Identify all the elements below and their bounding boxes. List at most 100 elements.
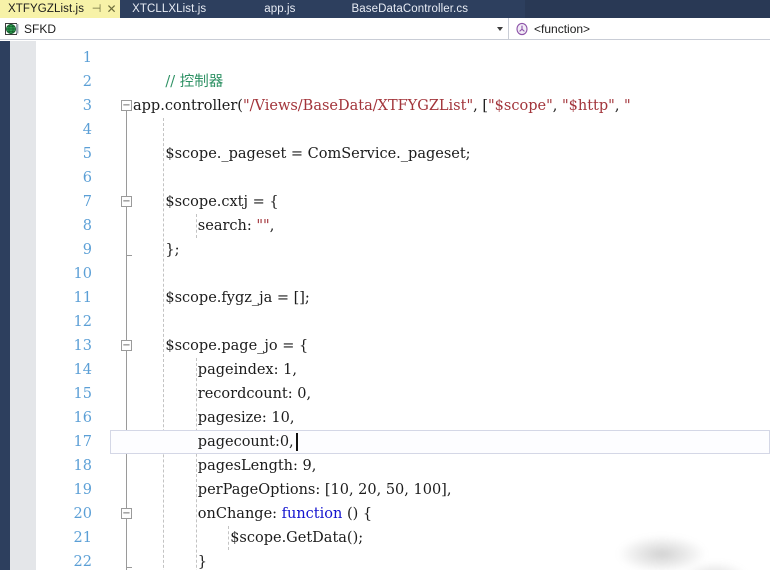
line-number: 8 xyxy=(82,218,92,234)
code-text: app.controller("/Views/BaseData/XTFYGZLi… xyxy=(133,94,631,118)
line-number: 3 xyxy=(82,98,92,114)
code-text: } xyxy=(198,550,207,570)
editor-tab-label: BaseDataController.cs xyxy=(351,3,469,15)
editor-tab-label: app.js xyxy=(264,3,296,15)
line-number: 22 xyxy=(73,554,92,570)
line-number: 4 xyxy=(82,122,92,138)
token-plain: recordcount: 0, xyxy=(197,386,312,402)
text-caret xyxy=(296,433,298,451)
line-number: 10 xyxy=(73,266,92,282)
code-line[interactable]: 11 $scope.fygz_ja = []; xyxy=(0,286,770,310)
line-number: 16 xyxy=(73,410,92,426)
editor-tab-3[interactable]: BaseDataController.cs xyxy=(344,0,477,18)
pin-icon[interactable]: ⊣ xyxy=(90,2,103,16)
token-plain: $scope.cxtj = { xyxy=(165,194,279,210)
token-string: " xyxy=(624,98,631,114)
line-number: 1 xyxy=(82,50,92,66)
code-line[interactable]: 19 perPageOptions: [10, 20, 50, 100], xyxy=(0,478,770,502)
line-number: 17 xyxy=(73,434,92,450)
line-number: 5 xyxy=(82,146,92,162)
line-number: 20 xyxy=(73,506,92,522)
line-number: 13 xyxy=(73,338,92,354)
token-plain: pagesLength: 9, xyxy=(197,458,317,474)
code-line[interactable]: 5 $scope._pageset = ComService._pageset; xyxy=(0,142,770,166)
editor-tab-2[interactable]: app.js xyxy=(256,0,303,18)
fold-toggle-icon[interactable]: − xyxy=(121,340,132,351)
fold-toggle-icon[interactable]: − xyxy=(121,508,132,519)
code-line[interactable]: 18 pagesLength: 9, xyxy=(0,454,770,478)
code-lines[interactable]: 1 2// 控制器 3− app.controller("/Views/BaseDat… xyxy=(0,41,770,570)
token-plain: pagesize: 10, xyxy=(197,410,295,426)
token-kw: function xyxy=(281,506,343,522)
code-line[interactable]: 4 xyxy=(0,118,770,142)
token-plain: }; xyxy=(165,242,180,258)
code-line[interactable]: 6 xyxy=(0,166,770,190)
editor-tab-1[interactable]: XTCLLXList.js xyxy=(124,0,214,18)
line-number: 15 xyxy=(73,386,92,402)
function-icon xyxy=(515,22,529,36)
code-text: }; xyxy=(165,238,179,262)
token-plain: , xyxy=(552,98,562,114)
line-number: 2 xyxy=(82,74,92,90)
code-text: pageindex: 1, xyxy=(198,358,297,382)
code-line[interactable]: 20 − onChange: function () { xyxy=(0,502,770,526)
line-number: 19 xyxy=(73,482,92,498)
fold-toggle-icon[interactable]: − xyxy=(121,100,132,111)
line-number: 11 xyxy=(73,290,92,306)
code-line[interactable]: 9}; xyxy=(0,238,770,262)
code-line[interactable]: 8 search: "", xyxy=(0,214,770,238)
line-number: 18 xyxy=(73,458,92,474)
token-plain: pagecount:0, xyxy=(197,434,294,450)
code-line[interactable]: 22} xyxy=(0,550,770,570)
code-text: perPageOptions: [10, 20, 50, 100], xyxy=(198,478,452,502)
token-plain: , xyxy=(269,218,275,234)
code-line[interactable]: 12 xyxy=(0,310,770,334)
token-plain: perPageOptions: [10, 20, 50, 100], xyxy=(197,482,452,498)
code-line[interactable]: 16 pagesize: 10, xyxy=(0,406,770,430)
fold-toggle-icon[interactable]: − xyxy=(121,196,132,207)
navigation-bar: SFKD <function> xyxy=(0,18,770,40)
code-text: pagesize: 10, xyxy=(198,406,295,430)
token-plain: () { xyxy=(342,506,373,522)
code-text: search: "", xyxy=(198,214,275,238)
code-editor-window: XTFYGZList.js ⊣ ✕ XTCLLXList.js app.js BaseDa… xyxy=(0,0,770,570)
member-dropdown[interactable]: <function> xyxy=(509,18,770,39)
token-plain: $scope.page_jo = { xyxy=(165,338,309,354)
code-line[interactable]: 7 − $scope.cxtj = { xyxy=(0,190,770,214)
code-line[interactable]: 10 xyxy=(0,262,770,286)
token-plain: , [ xyxy=(473,98,489,114)
code-text: $scope.cxtj = { xyxy=(165,190,278,214)
code-text: $scope.page_jo = { xyxy=(165,334,308,358)
code-text: $scope._pageset = ComService._pageset; xyxy=(165,142,470,166)
editor-tab-bar: XTFYGZList.js ⊣ ✕ XTCLLXList.js app.js BaseDa… xyxy=(0,0,770,18)
code-line[interactable]: 14 pageindex: 1, xyxy=(0,358,770,382)
token-comment: // 控制器 xyxy=(165,74,224,90)
editor-surface[interactable]: 1 2// 控制器 3− app.controller("/Views/BaseDat… xyxy=(0,41,770,570)
code-line[interactable]: 3 − app.controller("/Views/BaseData/XTFYGZ… xyxy=(0,94,770,118)
code-text: onChange: function () { xyxy=(198,502,372,526)
scope-dropdown-value: SFKD xyxy=(24,21,57,36)
code-line[interactable]: 15 recordcount: 0, xyxy=(0,382,770,406)
editor-tab-label: XTCLLXList.js xyxy=(132,3,207,15)
member-dropdown-value: <function> xyxy=(534,21,591,36)
token-plain: app.controller( xyxy=(133,98,243,114)
token-string: "$http" xyxy=(561,98,615,114)
editor-tab-0[interactable]: XTFYGZList.js ⊣ ✕ xyxy=(0,0,121,18)
token-plain: , xyxy=(614,98,625,114)
code-line[interactable]: 1 xyxy=(0,46,770,70)
code-line[interactable]: 17 pagecount:0, xyxy=(0,430,770,454)
line-number: 6 xyxy=(82,170,92,186)
chevron-down-icon[interactable] xyxy=(497,26,503,31)
editor-tab-label: XTFYGZList.js xyxy=(8,3,85,15)
line-number: 12 xyxy=(73,314,92,330)
code-line[interactable]: 13 − $scope.page_jo = { xyxy=(0,334,770,358)
token-string: "/Views/BaseData/XTFYGZList" xyxy=(242,98,474,114)
code-text: $scope.fygz_ja = []; xyxy=(165,286,309,310)
close-icon[interactable]: ✕ xyxy=(105,2,118,16)
code-line[interactable]: 2 // 控制器 xyxy=(0,70,770,94)
token-string: "" xyxy=(256,218,270,234)
token-plain: $scope.fygz_ja = []; xyxy=(165,290,310,306)
line-number: 14 xyxy=(73,362,92,378)
code-line[interactable]: 21 $scope.GetData(); xyxy=(0,526,770,550)
scope-dropdown[interactable]: SFKD xyxy=(0,18,509,39)
